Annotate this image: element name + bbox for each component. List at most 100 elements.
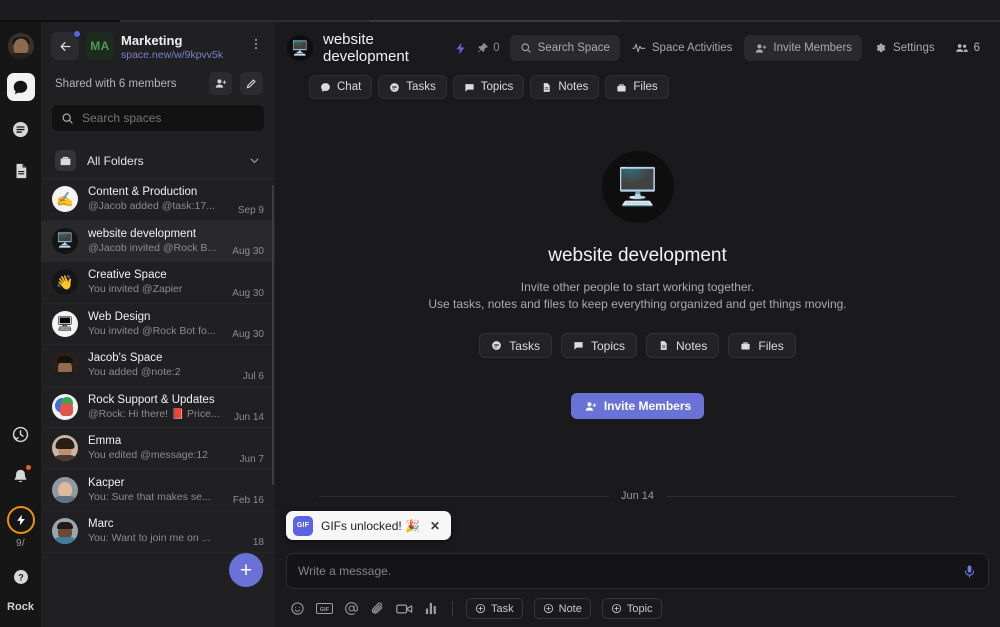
- message-input-wrapper[interactable]: [286, 553, 989, 589]
- add-member-button[interactable]: [209, 72, 232, 95]
- all-folders-label: All Folders: [87, 153, 144, 168]
- members-count-label: 6: [973, 42, 980, 54]
- search-icon: [520, 42, 532, 54]
- add-note-label: Note: [558, 602, 582, 615]
- spaces-list[interactable]: ✍️ Content & Production @Jacob added @ta…: [41, 179, 275, 627]
- search-spaces-box[interactable]: [52, 105, 264, 131]
- lightning-bolt-icon[interactable]: [454, 42, 467, 55]
- folder-icon: [55, 150, 76, 171]
- empty-state-chips: Tasks Topics Notes Files: [479, 333, 796, 358]
- message-input[interactable]: [298, 564, 954, 578]
- add-note-button[interactable]: Note: [533, 598, 591, 619]
- space-avatar-web-design: 🖥: [52, 310, 78, 337]
- space-avatar-rock-support: [52, 393, 78, 420]
- chip-notes[interactable]: Notes: [646, 333, 720, 358]
- space-name: Web Design: [88, 310, 151, 323]
- add-member-icon: [584, 400, 597, 413]
- tab-label: Files: [633, 81, 658, 93]
- empty-state-line-2: Use tasks, notes and files to keep every…: [428, 297, 847, 311]
- workspace-url[interactable]: space.new/w/9kpvv5k: [121, 48, 240, 62]
- tab-label: Chat: [337, 81, 362, 93]
- chip-files[interactable]: Files: [728, 333, 796, 358]
- close-icon[interactable]: ✕: [428, 519, 442, 533]
- workspace-title: Marketing: [121, 33, 183, 48]
- tasks-icon: [389, 82, 400, 93]
- video-icon[interactable]: [396, 602, 413, 616]
- space-name: Rock Support & Updates: [88, 393, 215, 406]
- help-icon: ?: [12, 568, 30, 586]
- chevron-down-icon[interactable]: [248, 154, 261, 167]
- chip-label: Tasks: [509, 338, 540, 353]
- rail-item-help[interactable]: ?: [7, 563, 35, 591]
- gif-icon[interactable]: GIF: [316, 602, 333, 615]
- list-item[interactable]: 👋 Creative Space You invited @Zapier Aug…: [41, 262, 275, 304]
- space-name: Creative Space: [88, 269, 167, 282]
- space-activities-button[interactable]: Space Activities: [622, 35, 743, 61]
- tab-topics[interactable]: Topics: [452, 75, 525, 99]
- tab-files[interactable]: Files: [605, 75, 669, 99]
- mention-icon[interactable]: [344, 601, 359, 616]
- activity-icon: [632, 41, 646, 55]
- all-folders-row[interactable]: All Folders: [41, 143, 275, 179]
- rail-item-history[interactable]: [7, 420, 35, 448]
- search-space-button[interactable]: Search Space: [509, 35, 620, 61]
- tab-tasks[interactable]: Tasks: [378, 75, 447, 99]
- search-spaces-input[interactable]: [82, 111, 255, 125]
- avatar[interactable]: [7, 33, 34, 59]
- space-preview: You invited @Rock Bot fo...: [88, 324, 216, 337]
- gear-icon: [874, 42, 887, 55]
- gif-unlocked-toast: GIF GIFs unlocked! 🎉 ✕: [286, 511, 452, 540]
- list-item[interactable]: Kacper You: Sure that makes se... Feb 16: [41, 470, 275, 511]
- list-item[interactable]: Marc You: Want to join me on ... 18: [41, 511, 275, 553]
- chip-tasks[interactable]: Tasks: [479, 333, 552, 358]
- list-item[interactable]: ✍️ Content & Production @Jacob added @ta…: [41, 179, 275, 221]
- rail-item-chat[interactable]: [6, 73, 35, 101]
- list-item[interactable]: 🖥 Web Design You invited @Rock Bot fo...…: [41, 304, 275, 345]
- add-task-button[interactable]: Task: [466, 598, 523, 619]
- search-space-label: Search Space: [537, 42, 610, 54]
- emoji-icon[interactable]: [290, 601, 305, 616]
- microphone-icon[interactable]: [962, 564, 977, 579]
- new-space-button[interactable]: +: [229, 553, 263, 587]
- workspace-header: MA Marketing space.new/w/9kpvv5k: [41, 22, 275, 62]
- chip-topics[interactable]: Topics: [560, 333, 637, 358]
- space-date: Jun 14: [233, 412, 264, 423]
- attachment-icon[interactable]: [370, 601, 385, 616]
- space-date: Jun 7: [239, 453, 264, 465]
- tab-notes[interactable]: Notes: [530, 75, 600, 99]
- chat-bubble-icon: [320, 82, 331, 93]
- space-name: Emma: [88, 435, 122, 448]
- list-item[interactable]: 🖥️ website development @Jacob invited @R…: [41, 220, 275, 262]
- notification-badge: [24, 464, 32, 471]
- rail-item-quick-action[interactable]: [6, 506, 35, 534]
- space-date: Sep 9: [237, 204, 264, 216]
- sidebar-scrollbar[interactable]: [271, 185, 274, 485]
- space-preview: @Jacob invited @Rock B...: [88, 241, 217, 254]
- rail-item-tasks[interactable]: [7, 115, 35, 143]
- note-icon: [541, 82, 552, 93]
- list-item[interactable]: Emma You edited @message:12 Jun 7: [41, 428, 275, 470]
- list-item[interactable]: Rock Support & Updates @Rock: Hi there! …: [41, 387, 275, 428]
- space-preview: You: Want to join me on ...: [88, 532, 211, 545]
- invite-members-label: Invite Members: [773, 42, 853, 54]
- tab-label: Notes: [558, 81, 589, 93]
- pinned-count[interactable]: 0: [477, 42, 500, 54]
- space-name: Jacob's Space: [88, 352, 163, 365]
- invite-members-button[interactable]: Invite Members: [744, 35, 863, 61]
- list-item[interactable]: Jacob's Space You added @note:2 Jul 6: [41, 345, 275, 387]
- edit-workspace-button[interactable]: [240, 72, 263, 95]
- poll-icon[interactable]: [424, 601, 439, 616]
- rail-item-notes[interactable]: [7, 157, 35, 185]
- tab-chat[interactable]: Chat: [309, 75, 373, 99]
- topic-icon: [464, 82, 475, 93]
- settings-button[interactable]: Settings: [864, 35, 945, 61]
- members-count[interactable]: 6: [947, 41, 988, 55]
- add-topic-button[interactable]: Topic: [601, 598, 662, 619]
- space-preview: You added @note:2: [88, 366, 181, 379]
- rail-item-notifications[interactable]: [7, 462, 35, 490]
- search-icon: [61, 112, 74, 125]
- space-avatar-content-production: ✍️: [52, 186, 78, 213]
- workspace-menu-button[interactable]: [247, 32, 265, 51]
- invite-members-cta[interactable]: Invite Members: [570, 393, 705, 419]
- space-date: Jul 6: [242, 370, 264, 382]
